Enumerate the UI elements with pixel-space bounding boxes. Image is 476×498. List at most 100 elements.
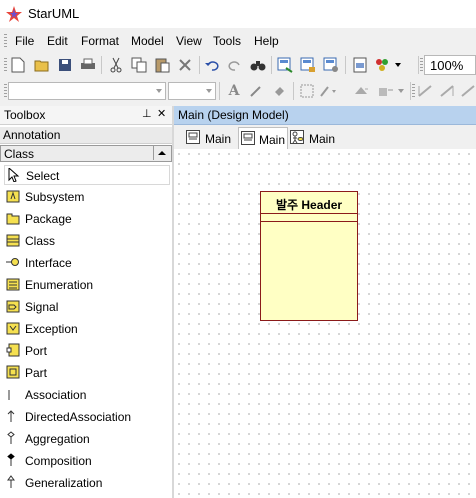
signal-icon [6, 300, 20, 313]
toolbox-title: Toolbox [4, 108, 46, 122]
tool-composition[interactable]: Composition [4, 451, 170, 471]
menu-bar: File Edit Format Model View Tools Help [0, 30, 476, 52]
class-name[interactable]: 발주 Header [261, 196, 357, 213]
class-diagram-icon [241, 131, 255, 145]
suppress-attributes-icon[interactable] [377, 82, 395, 100]
tool-label: Class [25, 234, 56, 248]
menu-view[interactable]: View [176, 34, 202, 48]
align-left-icon[interactable] [416, 82, 434, 100]
diagram-export-icon[interactable] [276, 56, 294, 74]
chevron-down-icon[interactable] [393, 56, 403, 74]
menu-format[interactable]: Format [81, 34, 119, 48]
section-annotation[interactable]: Annotation [0, 127, 172, 144]
title-bar: StarUML [0, 0, 476, 28]
print-icon[interactable] [79, 56, 97, 74]
new-file-icon[interactable] [9, 56, 27, 74]
tool-subsystem[interactable]: Subsystem [4, 187, 170, 207]
redo-icon[interactable] [226, 56, 244, 74]
tool-part[interactable]: Part [4, 363, 170, 383]
tab-main-2[interactable]: Main [238, 127, 288, 150]
diagram-layout-icon[interactable] [299, 56, 317, 74]
close-icon[interactable]: ✕ [157, 107, 166, 120]
tool-label: Part [25, 366, 48, 380]
tool-label: Port [25, 344, 48, 358]
toolbar-grip[interactable] [412, 84, 415, 98]
tool-package[interactable]: Package [4, 209, 170, 229]
model-check-icon[interactable] [373, 56, 391, 74]
interface-icon [6, 258, 19, 266]
pin-icon[interactable]: ⊥ [142, 107, 152, 120]
tool-generalization[interactable]: Generalization [4, 473, 170, 493]
image-export-icon[interactable] [351, 56, 369, 74]
diagram-settings-icon[interactable] [322, 56, 340, 74]
tool-interface[interactable]: Interface [4, 253, 170, 273]
diagram-header: Main (Design Model) [174, 106, 476, 125]
collapse-icon[interactable] [153, 145, 170, 160]
cut-icon[interactable] [107, 56, 125, 74]
save-icon[interactable] [56, 56, 74, 74]
cursor-icon [8, 168, 20, 182]
class-operation-divider [261, 221, 357, 222]
toolbar-grip[interactable] [4, 84, 7, 98]
tool-association[interactable]: Association [4, 385, 170, 405]
tool-label: Aggregation [25, 432, 90, 446]
chevron-down-icon [206, 89, 212, 93]
tab-main-1[interactable]: Main [186, 129, 238, 147]
auto-resize-icon[interactable] [352, 82, 370, 100]
generalization-icon [7, 475, 15, 488]
main-toolbar [0, 52, 476, 78]
menu-file[interactable]: File [15, 34, 34, 48]
toolbar-grip[interactable] [4, 58, 7, 72]
menu-model[interactable]: Model [131, 34, 164, 48]
tab-main-3[interactable]: Main [290, 129, 340, 147]
align-right-icon[interactable] [438, 82, 456, 100]
menu-edit[interactable]: Edit [47, 34, 68, 48]
tool-signal[interactable]: Signal [4, 297, 170, 317]
diagram-tab-bar: Main Main Main [174, 125, 476, 150]
find-binoculars-icon[interactable] [249, 56, 267, 74]
undo-icon[interactable] [203, 56, 221, 74]
enumeration-icon [6, 278, 20, 291]
menu-grip[interactable] [4, 34, 7, 48]
toolbar-separator [101, 56, 102, 74]
align-center-icon[interactable] [459, 82, 476, 100]
tool-directed-association[interactable]: DirectedAssociation [4, 407, 170, 427]
class-icon [6, 234, 20, 247]
tool-select[interactable]: Select [4, 165, 170, 185]
font-name-combo[interactable] [8, 82, 166, 100]
chevron-down-icon[interactable] [396, 82, 406, 100]
font-size-combo[interactable] [168, 82, 216, 100]
toolbar-separator [199, 56, 200, 74]
line-style-menu-icon[interactable] [320, 82, 338, 100]
tool-enumeration[interactable]: Enumeration [4, 275, 170, 295]
chevron-down-icon [156, 89, 162, 93]
copy-icon[interactable] [130, 56, 148, 74]
aggregation-icon [7, 431, 15, 444]
toolbox-header: Toolbox ⊥ ✕ [0, 106, 172, 125]
tool-port[interactable]: Port [4, 341, 170, 361]
section-label: Class [4, 147, 35, 161]
toolbar-separator [345, 56, 346, 74]
tool-class[interactable]: Class [4, 231, 170, 251]
tool-exception[interactable]: Exception [4, 319, 170, 339]
port-icon [6, 343, 20, 357]
font-style-icon[interactable]: A [225, 82, 243, 100]
paste-icon[interactable] [153, 56, 171, 74]
zoom-combo[interactable]: 100% [424, 55, 476, 75]
delete-icon[interactable] [176, 56, 194, 74]
toolbar-separator [219, 82, 220, 100]
toolbox-panel: Toolbox ⊥ ✕ Annotation Class Select Subs… [0, 106, 172, 498]
section-class[interactable]: Class [0, 145, 172, 162]
tool-aggregation[interactable]: Aggregation [4, 429, 170, 449]
fill-color-icon[interactable] [270, 82, 288, 100]
menu-help[interactable]: Help [254, 34, 279, 48]
open-folder-icon[interactable] [33, 56, 51, 74]
tab-label: Main [309, 132, 336, 146]
class-element[interactable]: 발주 Header [260, 191, 358, 321]
line-style-icon[interactable] [298, 82, 316, 100]
menu-tools[interactable]: Tools [213, 34, 241, 48]
line-color-icon[interactable] [247, 82, 265, 100]
diagram-title: Main (Design Model) [178, 108, 289, 122]
toolbar-separator [418, 56, 419, 74]
toolbar-grip[interactable] [420, 58, 423, 72]
